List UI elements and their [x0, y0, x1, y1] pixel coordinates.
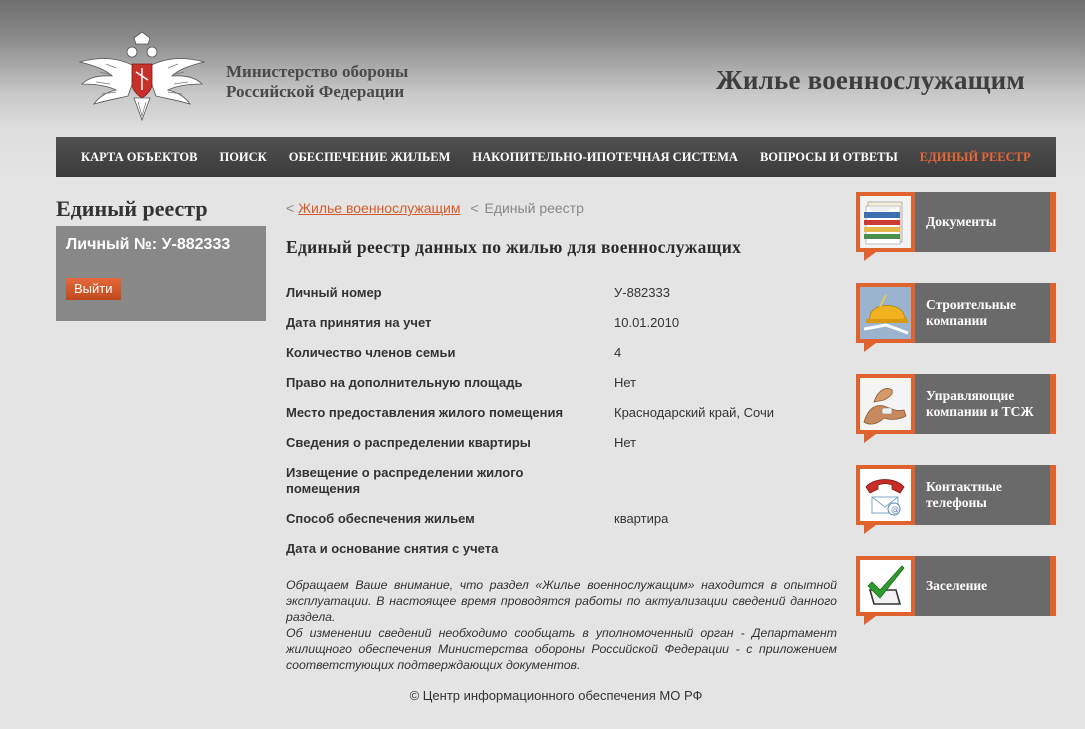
- site-title[interactable]: Жилье военнослужащим: [716, 65, 1025, 96]
- documents-icon: [860, 196, 911, 248]
- logout-button[interactable]: Выйти: [66, 278, 121, 300]
- nav-item-map[interactable]: Карта объектов: [81, 150, 197, 165]
- row-value: квартира: [614, 511, 669, 526]
- sidebar-item-frame: [856, 283, 915, 343]
- row-label: Сведения о распределении квартиры: [286, 435, 531, 450]
- left-section-title: Единый реестр: [56, 196, 208, 221]
- row-value: Нет: [614, 435, 637, 450]
- row-value: 10.01.2010: [614, 315, 680, 330]
- row-label: Количество членов семьи: [286, 345, 456, 360]
- table-row: Право на дополнительную площадь Нет: [286, 373, 838, 403]
- user-panel: Личный №: У-882333 Выйти: [56, 226, 266, 321]
- notice-text: Обращаем Ваше внимание, что раздел «Жиль…: [286, 577, 837, 673]
- row-label: Способ обеспечения жильем: [286, 511, 475, 526]
- notice-paragraph-1: Обращаем Ваше внимание, что раздел «Жиль…: [286, 578, 837, 624]
- breadcrumb-separator: <: [470, 200, 479, 216]
- nav-item-housing-provision[interactable]: Обеспечение жильем: [289, 150, 451, 165]
- sidebar-item-frame: [856, 374, 915, 434]
- table-row: Способ обеспечения жильем квартира: [286, 509, 838, 539]
- table-row: Дата принятия на учет 10.01.2010: [286, 313, 838, 343]
- sidebar-item-frame: @: [856, 465, 915, 525]
- page-header: Министерство обороны Российской Федераци…: [0, 0, 1085, 136]
- footer-copyright: © Центр информационного обеспечения МО Р…: [409, 688, 703, 703]
- breadcrumb-current: Единый реестр: [484, 200, 584, 216]
- ministry-line-2: Российской Федерации: [226, 82, 405, 101]
- sidebar-item-accent: [1050, 556, 1056, 616]
- nav-item-search[interactable]: Поиск: [219, 150, 266, 165]
- user-id-label: Личный №: У-882333: [66, 236, 231, 253]
- sidebar-item-accent: [1050, 374, 1056, 434]
- construction-icon: [860, 287, 911, 339]
- sidebar-item-frame: [856, 192, 915, 252]
- sidebar-item-label: Заселение: [926, 578, 988, 593]
- checkmark-icon: [860, 560, 911, 612]
- sidebar-item-accent: [1050, 465, 1056, 525]
- registry-info-table: Личный номер У-882333 Дата принятия на у…: [286, 283, 838, 569]
- sidebar-item-tail: [864, 252, 876, 261]
- row-label: Право на дополнительную площадь: [286, 375, 523, 390]
- sidebar-item-management-companies[interactable]: Управляющие компании и ТСЖ: [856, 374, 1056, 444]
- sidebar-item-frame: [856, 556, 915, 616]
- row-value: Краснодарский край, Сочи: [614, 405, 775, 420]
- row-value: Нет: [614, 375, 637, 390]
- sidebar-item-construction-companies[interactable]: Строительные компании: [856, 283, 1056, 353]
- table-row: Извещение о распределении жилого помещен…: [286, 463, 838, 509]
- sidebar-item-tail: [864, 434, 876, 443]
- sidebar-item-contact-phones[interactable]: @ Контактные телефоны: [856, 465, 1056, 535]
- ministry-line-1: Министерство обороны: [226, 62, 409, 81]
- breadcrumb: < Жилье военнослужащим < Единый реестр: [286, 200, 584, 216]
- row-value: 4: [614, 345, 622, 360]
- sidebar-item-label: Строительные компании: [926, 297, 1017, 328]
- breadcrumb-link-home[interactable]: Жилье военнослужащим: [298, 200, 460, 216]
- sidebar-item-tail: [864, 343, 876, 352]
- main-nav: Карта объектов Поиск Обеспечение жильем …: [56, 137, 1056, 177]
- table-row: Количество членов семьи 4: [286, 343, 838, 373]
- nav-item-unified-registry[interactable]: Единый реестр: [920, 150, 1031, 165]
- nav-item-faq[interactable]: Вопросы и ответы: [760, 150, 898, 165]
- row-label: Дата и основание снятия с учета: [286, 541, 499, 556]
- svg-text:@: @: [891, 505, 899, 514]
- table-row: Дата и основание снятия с учета: [286, 539, 838, 569]
- page-title: Единый реестр данных по жилью для военно…: [286, 237, 742, 257]
- sidebar-item-documents[interactable]: Документы: [856, 192, 1056, 262]
- sidebar-item-label: Документы: [926, 214, 997, 229]
- breadcrumb-prefix: <: [286, 200, 295, 216]
- table-row: Сведения о распределении квартиры Нет: [286, 433, 838, 463]
- sidebar-item-tail: [864, 616, 876, 625]
- sidebar-item-accent: [1050, 192, 1056, 252]
- eagle-emblem-icon: [78, 31, 206, 122]
- phone-icon: @: [860, 469, 911, 521]
- management-icon: [860, 378, 911, 430]
- row-label: Дата принятия на учет: [286, 315, 432, 330]
- nav-item-mortgage-system[interactable]: Накопительно-ипотечная система: [472, 150, 738, 165]
- ministry-name: Министерство обороны Российской Федераци…: [226, 62, 408, 102]
- row-label: Извещение о распределении жилого помещен…: [286, 465, 524, 496]
- sidebar-item-settlement[interactable]: Заселение: [856, 556, 1056, 626]
- row-value: У-882333: [614, 285, 670, 300]
- table-row: Личный номер У-882333: [286, 283, 838, 313]
- row-label: Личный номер: [286, 285, 382, 300]
- row-label: Место предоставления жилого помещения: [286, 405, 564, 420]
- sidebar-item-tail: [864, 525, 876, 534]
- sidebar-item-accent: [1050, 283, 1056, 343]
- notice-paragraph-2: Об изменении сведений необходимо сообщат…: [286, 626, 837, 672]
- table-row: Место предоставления жилого помещения Кр…: [286, 403, 838, 433]
- sidebar-item-label: Контактные телефоны: [926, 479, 1002, 510]
- sidebar-item-label: Управляющие компании и ТСЖ: [926, 388, 1034, 419]
